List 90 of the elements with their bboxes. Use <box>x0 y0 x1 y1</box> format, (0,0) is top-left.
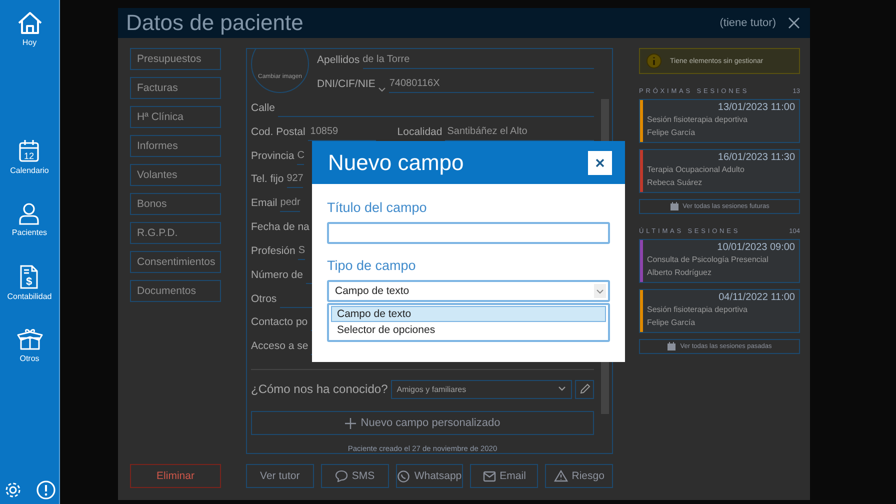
close-icon <box>595 158 605 168</box>
close-icon[interactable] <box>788 17 800 29</box>
dialog-title: Nuevo campo <box>328 150 464 176</box>
sidebar-item[interactable]: $ Contabilidad <box>7 265 52 301</box>
edit-button[interactable] <box>575 380 594 399</box>
input-field[interactable]: 927 <box>286 173 304 188</box>
dropdown-option[interactable]: Campo de texto <box>331 306 606 322</box>
session-card[interactable]: 13/01/2023 11:00 Sesión fisioterapia deportiva Felipe García <box>639 99 800 143</box>
nav-button[interactable]: Hª Clínica <box>130 106 221 128</box>
field-label: DNI/CIF/NIE <box>317 78 376 92</box>
delete-button[interactable]: Eliminar <box>130 464 221 488</box>
title-input-field[interactable] <box>327 222 610 244</box>
action-button[interactable]: Ver tutor <box>246 464 314 488</box>
input-field[interactable]: pedr <box>280 197 300 212</box>
chat-icon <box>334 470 348 482</box>
nav-button[interactable]: Bonos <box>130 193 221 215</box>
field-label: Contacto po <box>251 316 308 330</box>
dropdown[interactable]: Amigos y familiares <box>390 380 572 399</box>
window-title: Datos de paciente <box>126 10 304 36</box>
field-label: Profesión <box>251 244 296 259</box>
field-label: Provincia <box>251 150 294 164</box>
nav-button[interactable]: Informes <box>130 135 221 157</box>
type-dropdown[interactable]: Campo de texto <box>327 280 610 302</box>
session-datetime: 16/01/2023 11:30 <box>718 152 795 163</box>
field-label: Cod. Postal <box>251 126 306 140</box>
action-button[interactable]: Whatsapp <box>396 464 464 488</box>
action-button[interactable]: Riesgo <box>545 464 613 488</box>
field-label: Otros <box>251 292 277 307</box>
sidebar-item[interactable]: Hoy <box>16 11 42 47</box>
info-icon <box>646 53 662 69</box>
session-datetime: 04/11/2022 11:00 <box>718 292 795 303</box>
session-card[interactable]: 10/01/2023 09:00 Consulta de Psicología Presencial Alberto Rodríguez <box>639 239 800 283</box>
session-name: Sesión fisioterapia deportiva <box>647 114 749 126</box>
input-field[interactable]: 74080116X <box>389 78 594 93</box>
field-label: Título del campo <box>327 200 428 215</box>
session-card[interactable]: 16/01/2023 11:30 Terapia Ocupacional Adulto Rebeca Suárez <box>639 149 800 193</box>
therapist-name: Felipe García <box>647 317 696 329</box>
input-field[interactable]: de la Torre <box>362 54 594 69</box>
session-name: Consulta de Psicología Presencial <box>647 254 770 266</box>
alert-icon[interactable] <box>36 480 56 500</box>
field-label: Acceso a se <box>251 340 308 354</box>
sidebar-item[interactable]: 12 Calendario <box>10 139 49 175</box>
nav-button[interactable]: Facturas <box>130 77 221 99</box>
calendar-icon <box>670 202 679 211</box>
person-icon <box>18 203 40 225</box>
field-label: Calle <box>251 102 275 116</box>
field-label: Fecha de na <box>251 221 310 236</box>
tutor-note: (tiene tutor) <box>720 17 776 29</box>
chevron-down-icon <box>558 386 566 392</box>
nav-button[interactable]: Consentimientos <box>130 251 221 273</box>
chevron-down-icon[interactable] <box>378 87 386 93</box>
warning-icon <box>554 470 568 482</box>
session-name: Terapia Ocupacional Adulto <box>647 164 746 176</box>
session-datetime: 10/01/2023 09:00 <box>717 242 795 253</box>
calendar-icon <box>667 342 676 351</box>
field-label: Tipo de campo <box>327 258 417 273</box>
input-field[interactable]: C <box>297 150 304 165</box>
nav-button[interactable]: Volantes <box>130 164 221 186</box>
field-label: Apellidos <box>317 54 360 68</box>
new-field-button[interactable]: Nuevo campo personalizado <box>251 411 594 435</box>
chevron-down-icon <box>594 284 606 298</box>
field-label: Tel. fijo <box>251 173 284 188</box>
pencil-icon <box>578 383 590 396</box>
therapist-name: Alberto Rodríguez <box>647 267 712 279</box>
field-label: Email <box>251 197 278 212</box>
action-button[interactable]: SMS <box>320 464 389 488</box>
session-datetime: 13/01/2023 11:00 <box>718 102 795 113</box>
nav-button[interactable]: Documentos <box>130 280 221 302</box>
sidebar-item[interactable]: Pacientes <box>12 203 48 237</box>
settings-icon[interactable] <box>4 481 22 499</box>
action-button[interactable]: Email <box>470 464 538 488</box>
plus-icon <box>344 418 356 429</box>
nav-button[interactable]: R.G.P.D. <box>130 222 221 244</box>
session-card[interactable]: 04/11/2022 11:00 Sesión fisioterapia deportiva Felipe García <box>639 289 800 333</box>
session-name: Sesión fisioterapia deportiva <box>647 304 749 316</box>
envelope-icon <box>482 470 496 482</box>
input-field[interactable]: S <box>298 244 306 260</box>
sidebar-item[interactable]: Otros <box>16 329 42 363</box>
therapist-name: Rebeca Suárez <box>647 177 704 189</box>
box-icon <box>16 329 42 351</box>
phone-bubble-icon <box>397 470 410 482</box>
close-button[interactable] <box>588 150 612 174</box>
therapist-name: Felipe García <box>647 127 696 139</box>
field-label: ¿Cómo nos ha conocido? <box>251 382 388 396</box>
calendar-icon: 12 <box>18 139 40 163</box>
dropdown-option[interactable]: Selector de opciones <box>331 322 606 338</box>
home-icon <box>16 11 42 35</box>
field-label: Número de <box>251 268 303 283</box>
nav-button[interactable]: Presupuestos <box>130 48 221 70</box>
field-label: Localidad <box>397 126 442 140</box>
